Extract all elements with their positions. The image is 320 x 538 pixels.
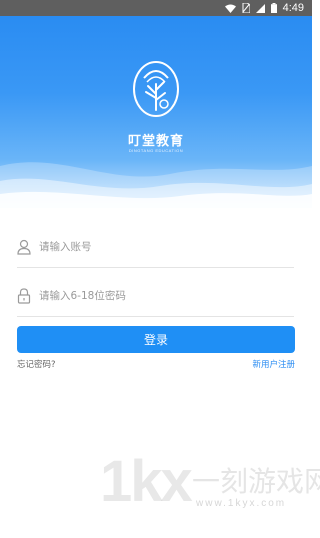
account-field[interactable] xyxy=(17,227,294,268)
watermark: 1kx 一刻游戏网 www.1kyx.com xyxy=(100,446,320,538)
wifi-icon xyxy=(224,4,236,13)
forgot-password-link[interactable]: 忘记密码? xyxy=(17,358,56,370)
brand-subtitle: DINGTANG EDUCATION xyxy=(128,148,184,153)
watermark-site-name: 一刻游戏网 xyxy=(192,465,320,498)
sim-off-icon xyxy=(242,3,250,13)
watermark-logo: 1kx xyxy=(100,449,193,514)
battery-icon xyxy=(270,3,277,13)
password-input[interactable] xyxy=(39,285,289,307)
status-bar: 4:49 xyxy=(0,0,312,16)
register-link[interactable]: 新用户注册 xyxy=(252,358,295,370)
login-button[interactable]: 登录 xyxy=(17,326,295,353)
user-icon xyxy=(17,239,31,255)
signal-icon xyxy=(255,3,265,13)
brand-name: 叮堂教育 xyxy=(127,134,184,149)
status-time: 4:49 xyxy=(282,2,304,14)
watermark-url: www.1kyx.com xyxy=(196,498,287,509)
account-input[interactable] xyxy=(39,236,289,258)
lock-icon xyxy=(17,288,31,304)
hero-header: 叮堂教育 DINGTANG EDUCATION xyxy=(0,16,312,208)
password-field[interactable] xyxy=(17,276,294,317)
brand-logo-icon xyxy=(133,61,179,117)
